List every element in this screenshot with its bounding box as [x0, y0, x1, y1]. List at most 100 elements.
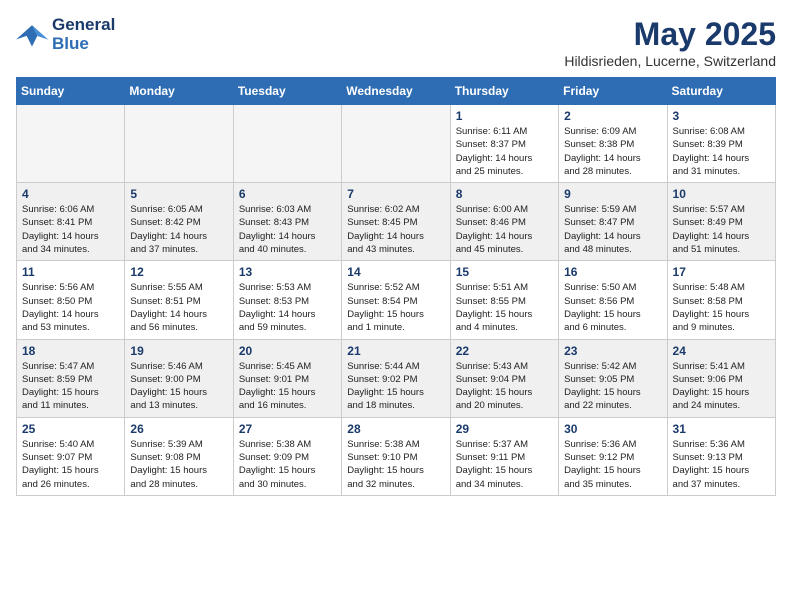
week-row-1: 1Sunrise: 6:11 AMSunset: 8:37 PMDaylight… [17, 105, 776, 183]
calendar-table: SundayMondayTuesdayWednesdayThursdayFrid… [16, 77, 776, 496]
header-wednesday: Wednesday [342, 78, 450, 105]
day-number: 23 [564, 344, 661, 358]
header-saturday: Saturday [667, 78, 775, 105]
day-info: Sunrise: 6:02 AMSunset: 8:45 PMDaylight:… [347, 203, 444, 256]
week-row-2: 4 Sunrise: 6:06 AMSunset: 8:41 PMDaylight… [17, 183, 776, 261]
calendar-cell: 2Sunrise: 6:09 AMSunset: 8:38 PMDaylight… [559, 105, 667, 183]
calendar-cell: 30 Sunrise: 5:36 AMSunset: 9:12 PMDayligh… [559, 417, 667, 495]
week-row-5: 25 Sunrise: 5:40 AMSunset: 9:07 PMDayligh… [17, 417, 776, 495]
calendar-cell: 4 Sunrise: 6:06 AMSunset: 8:41 PMDaylight… [17, 183, 125, 261]
day-info: Sunrise: 5:40 AMSunset: 9:07 PMDaylight:… [22, 438, 119, 491]
day-info: Sunrise: 6:05 AMSunset: 8:42 PMDaylight:… [130, 203, 227, 256]
day-info: Sunrise: 5:48 AMSunset: 8:58 PMDaylight:… [673, 281, 770, 334]
calendar-cell [125, 105, 233, 183]
header-friday: Friday [559, 78, 667, 105]
month-year-title: May 2025 [564, 16, 776, 53]
logo-text: General Blue [52, 16, 115, 53]
calendar-cell: 11Sunrise: 5:56 AMSunset: 8:50 PMDayligh… [17, 261, 125, 339]
page-header: General Blue May 2025 Hildisrieden, Luce… [16, 16, 776, 69]
day-info: Sunrise: 5:53 AMSunset: 8:53 PMDaylight:… [239, 281, 336, 334]
calendar-cell: 20Sunrise: 5:45 AMSunset: 9:01 PMDayligh… [233, 339, 341, 417]
day-number: 7 [347, 187, 444, 201]
day-info: Sunrise: 5:52 AMSunset: 8:54 PMDaylight:… [347, 281, 444, 334]
day-info: Sunrise: 5:42 AMSunset: 9:05 PMDaylight:… [564, 360, 661, 413]
calendar-cell: 29Sunrise: 5:37 AMSunset: 9:11 PMDayligh… [450, 417, 558, 495]
day-number: 2 [564, 109, 661, 123]
day-number: 9 [564, 187, 661, 201]
day-number: 6 [239, 187, 336, 201]
day-number: 31 [673, 422, 770, 436]
calendar-cell: 21Sunrise: 5:44 AMSunset: 9:02 PMDayligh… [342, 339, 450, 417]
calendar-cell: 16 Sunrise: 5:50 AMSunset: 8:56 PMDayligh… [559, 261, 667, 339]
calendar-cell: 7 Sunrise: 6:02 AMSunset: 8:45 PMDaylight… [342, 183, 450, 261]
calendar-cell: 26 Sunrise: 5:39 AMSunset: 9:08 PMDayligh… [125, 417, 233, 495]
header-thursday: Thursday [450, 78, 558, 105]
calendar-cell: 8 Sunrise: 6:00 AMSunset: 8:46 PMDaylight… [450, 183, 558, 261]
day-number: 10 [673, 187, 770, 201]
week-row-4: 18 Sunrise: 5:47 AMSunset: 8:59 PMDayligh… [17, 339, 776, 417]
day-info: Sunrise: 5:38 AMSunset: 9:09 PMDaylight:… [239, 438, 336, 491]
day-info: Sunrise: 5:50 AMSunset: 8:56 PMDaylight:… [564, 281, 661, 334]
day-info: Sunrise: 5:36 AMSunset: 9:12 PMDaylight:… [564, 438, 661, 491]
day-info: Sunrise: 6:11 AMSunset: 8:37 PMDaylight:… [456, 125, 553, 178]
calendar-cell: 23 Sunrise: 5:42 AMSunset: 9:05 PMDayligh… [559, 339, 667, 417]
calendar-cell: 10 Sunrise: 5:57 AMSunset: 8:49 PMDayligh… [667, 183, 775, 261]
day-info: Sunrise: 6:03 AMSunset: 8:43 PMDaylight:… [239, 203, 336, 256]
day-info: Sunrise: 5:39 AMSunset: 9:08 PMDaylight:… [130, 438, 227, 491]
day-number: 18 [22, 344, 119, 358]
calendar-cell [233, 105, 341, 183]
day-info: Sunrise: 5:47 AMSunset: 8:59 PMDaylight:… [22, 360, 119, 413]
header-monday: Monday [125, 78, 233, 105]
day-number: 15 [456, 265, 553, 279]
day-number: 30 [564, 422, 661, 436]
day-info: Sunrise: 5:57 AMSunset: 8:49 PMDaylight:… [673, 203, 770, 256]
day-number: 20 [239, 344, 336, 358]
calendar-cell: 25 Sunrise: 5:40 AMSunset: 9:07 PMDayligh… [17, 417, 125, 495]
calendar-cell: 15 Sunrise: 5:51 AMSunset: 8:55 PMDayligh… [450, 261, 558, 339]
day-number: 19 [130, 344, 227, 358]
calendar-cell: 5 Sunrise: 6:05 AMSunset: 8:42 PMDaylight… [125, 183, 233, 261]
day-number: 17 [673, 265, 770, 279]
day-number: 24 [673, 344, 770, 358]
title-block: May 2025 Hildisrieden, Lucerne, Switzerl… [564, 16, 776, 69]
calendar-cell: 9 Sunrise: 5:59 AMSunset: 8:47 PMDaylight… [559, 183, 667, 261]
day-number: 22 [456, 344, 553, 358]
day-info: Sunrise: 5:38 AMSunset: 9:10 PMDaylight:… [347, 438, 444, 491]
day-number: 5 [130, 187, 227, 201]
calendar-cell: 28 Sunrise: 5:38 AMSunset: 9:10 PMDayligh… [342, 417, 450, 495]
day-number: 26 [130, 422, 227, 436]
day-number: 8 [456, 187, 553, 201]
day-info: Sunrise: 5:41 AMSunset: 9:06 PMDaylight:… [673, 360, 770, 413]
day-number: 3 [673, 109, 770, 123]
week-row-3: 11Sunrise: 5:56 AMSunset: 8:50 PMDayligh… [17, 261, 776, 339]
day-info: Sunrise: 5:59 AMSunset: 8:47 PMDaylight:… [564, 203, 661, 256]
calendar-cell: 31Sunrise: 5:36 AMSunset: 9:13 PMDayligh… [667, 417, 775, 495]
day-info: Sunrise: 5:56 AMSunset: 8:50 PMDaylight:… [22, 281, 119, 334]
calendar-cell: 13Sunrise: 5:53 AMSunset: 8:53 PMDayligh… [233, 261, 341, 339]
logo-icon [16, 21, 48, 49]
day-info: Sunrise: 6:00 AMSunset: 8:46 PMDaylight:… [456, 203, 553, 256]
calendar-cell: 24 Sunrise: 5:41 AMSunset: 9:06 PMDayligh… [667, 339, 775, 417]
calendar-cell: 14 Sunrise: 5:52 AMSunset: 8:54 PMDayligh… [342, 261, 450, 339]
calendar-cell: 12Sunrise: 5:55 AMSunset: 8:51 PMDayligh… [125, 261, 233, 339]
day-number: 4 [22, 187, 119, 201]
day-info: Sunrise: 5:43 AMSunset: 9:04 PMDaylight:… [456, 360, 553, 413]
day-number: 14 [347, 265, 444, 279]
day-info: Sunrise: 6:08 AMSunset: 8:39 PMDaylight:… [673, 125, 770, 178]
day-info: Sunrise: 5:46 AMSunset: 9:00 PMDaylight:… [130, 360, 227, 413]
day-info: Sunrise: 5:37 AMSunset: 9:11 PMDaylight:… [456, 438, 553, 491]
calendar-cell: 22 Sunrise: 5:43 AMSunset: 9:04 PMDayligh… [450, 339, 558, 417]
day-number: 25 [22, 422, 119, 436]
calendar-cell [342, 105, 450, 183]
day-info: Sunrise: 5:51 AMSunset: 8:55 PMDaylight:… [456, 281, 553, 334]
day-info: Sunrise: 5:44 AMSunset: 9:02 PMDaylight:… [347, 360, 444, 413]
calendar-cell: 3 Sunrise: 6:08 AMSunset: 8:39 PMDaylight… [667, 105, 775, 183]
header-sunday: Sunday [17, 78, 125, 105]
day-number: 28 [347, 422, 444, 436]
calendar-cell: 27 Sunrise: 5:38 AMSunset: 9:09 PMDayligh… [233, 417, 341, 495]
calendar-cell: 18 Sunrise: 5:47 AMSunset: 8:59 PMDayligh… [17, 339, 125, 417]
day-info: Sunrise: 6:06 AMSunset: 8:41 PMDaylight:… [22, 203, 119, 256]
day-number: 27 [239, 422, 336, 436]
day-number: 16 [564, 265, 661, 279]
day-number: 12 [130, 265, 227, 279]
